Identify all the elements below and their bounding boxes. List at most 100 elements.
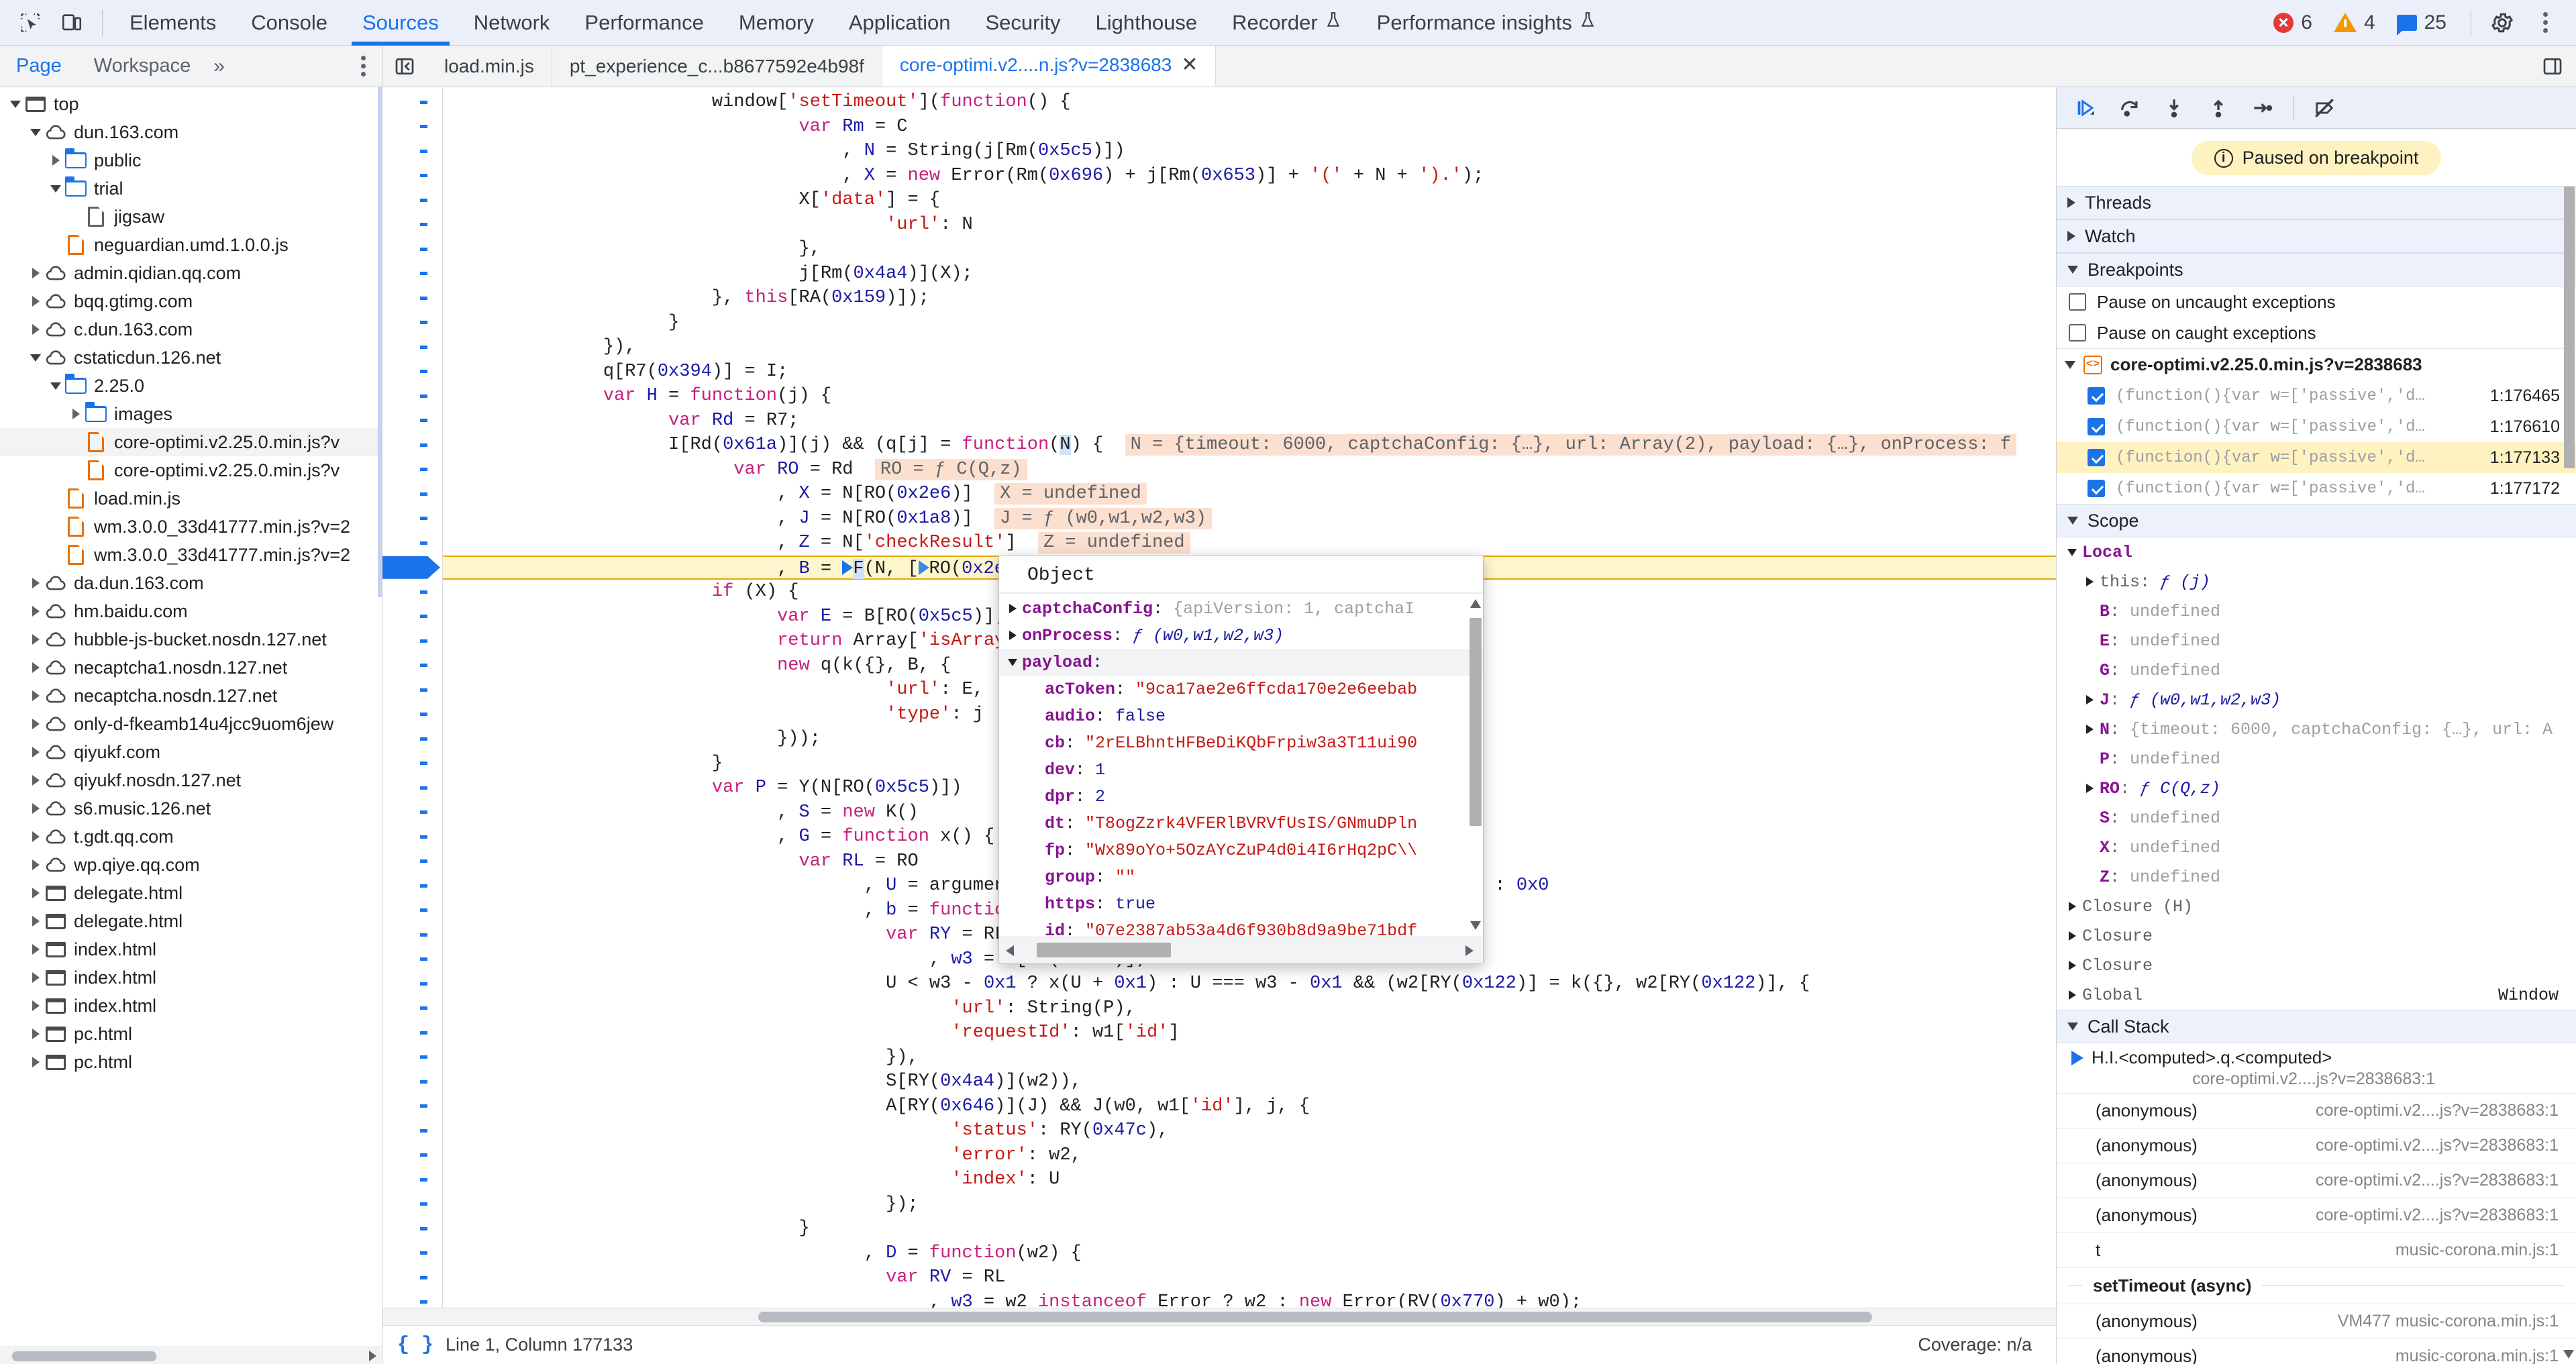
chevron-right-icon[interactable]: [27, 1000, 44, 1011]
tree-item[interactable]: delegate.html: [0, 879, 382, 907]
object-popup-vertical-scrollbar[interactable]: [1470, 598, 1482, 931]
object-property-row[interactable]: group: "": [999, 863, 1483, 890]
gutter-line[interactable]: [382, 1143, 442, 1168]
code-line[interactable]: X['data'] = {: [443, 188, 2056, 213]
gutter-line[interactable]: [382, 531, 442, 556]
editor-horizontal-scrollbar[interactable]: [382, 1308, 2056, 1325]
call-stack-frame[interactable]: H.I.<computed>.q.<computed> core-optimi.v…: [2057, 1043, 2576, 1094]
gutter-line[interactable]: [382, 311, 442, 335]
code-line[interactable]: , w3 = w2 instanceof Error ? w2 : new Er…: [443, 1290, 2056, 1308]
chevron-right-icon[interactable]: [27, 888, 44, 898]
gutter-line[interactable]: [382, 923, 442, 947]
tab-page[interactable]: Page: [0, 46, 78, 87]
tree-item[interactable]: delegate.html: [0, 907, 382, 935]
gutter-line[interactable]: [382, 384, 442, 409]
gutter-line[interactable]: [382, 90, 442, 115]
gutter-line[interactable]: [382, 874, 442, 898]
gutter-line[interactable]: [382, 1020, 442, 1045]
chevron-right-icon[interactable]: [27, 606, 44, 617]
gutter-line[interactable]: [382, 164, 442, 189]
section-watch[interactable]: Watch: [2057, 219, 2576, 253]
code-line[interactable]: , X = new Error(Rm(0x696) + j[Rm(0x653)]…: [443, 164, 2056, 189]
code-line[interactable]: j[Rm(0x4a4)](X);: [443, 262, 2056, 286]
tree-item[interactable]: 2.25.0: [0, 372, 382, 400]
panel-tab-performance-insights[interactable]: Performance insights: [1359, 0, 1614, 46]
section-threads[interactable]: Threads: [2057, 186, 2576, 219]
chevron-down-icon[interactable]: [1003, 658, 1022, 666]
scroll-down-icon[interactable]: [2563, 1350, 2574, 1359]
breakpoint-row[interactable]: (function(){var w=['passive','d… 1:177133: [2057, 442, 2576, 473]
section-call-stack[interactable]: Call Stack: [2057, 1010, 2576, 1043]
object-property-row[interactable]: cb: "2rELBhntHFBeDiKQbFrpiw3a3T11ui90: [999, 729, 1483, 756]
object-property-row[interactable]: id: "07e2387ab53a4d6f930b8d9a9be71bdf: [999, 917, 1483, 937]
tree-item[interactable]: trial: [0, 174, 382, 203]
gutter-line[interactable]: [382, 1241, 442, 1266]
scope-row[interactable]: G: undefined: [2057, 655, 2576, 685]
chevron-right-icon[interactable]: [27, 747, 44, 757]
tree-item[interactable]: s6.music.126.net: [0, 794, 382, 823]
gutter-line[interactable]: [382, 629, 442, 653]
gutter-line[interactable]: [382, 947, 442, 972]
breakpoint-checkbox[interactable]: [2088, 449, 2105, 466]
gutter-line[interactable]: [382, 972, 442, 996]
tree-item[interactable]: wp.qiye.qq.com: [0, 851, 382, 879]
checkbox[interactable]: [2069, 293, 2086, 311]
panel-tab-sources[interactable]: Sources: [345, 0, 456, 46]
chevron-right-icon[interactable]: [1003, 631, 1022, 640]
code-line[interactable]: , J = N[RO(0x1a8)] J = ƒ (w0,w1,w2,w3): [443, 507, 2056, 531]
object-property-row[interactable]: fp: "Wx89oYo+5OzAYcZuP4d0i4I6rHq2pC\\: [999, 837, 1483, 863]
code-line[interactable]: , X = N[RO(0x2e6)] X = undefined: [443, 482, 2056, 507]
step-icon[interactable]: [2243, 91, 2282, 125]
call-stack-frame[interactable]: (anonymous) VM477 music-corona.min.js:1: [2057, 1304, 2576, 1339]
object-property-row[interactable]: audio: false: [999, 702, 1483, 729]
navigator-more-options-icon[interactable]: [345, 56, 382, 76]
breakpoint-row[interactable]: (function(){var w=['passive','d… 1:176610: [2057, 411, 2576, 442]
gutter-line[interactable]: [382, 580, 442, 605]
navigator-scrollbar[interactable]: [372, 87, 382, 1364]
collapse-navigator-icon[interactable]: [382, 46, 427, 87]
tree-item[interactable]: admin.qidian.qq.com: [0, 259, 382, 287]
gear-icon[interactable]: [2481, 3, 2524, 42]
breakpoint-file-group[interactable]: <> core-optimi.v2.25.0.min.js?v=2838683: [2057, 348, 2576, 380]
code-line[interactable]: 'status': RY(0x47c),: [443, 1118, 2056, 1143]
scope-row[interactable]: X: undefined: [2057, 833, 2576, 862]
chevron-right-icon[interactable]: [27, 719, 44, 729]
scroll-left-icon[interactable]: [1006, 945, 1014, 956]
gutter-line[interactable]: [382, 335, 442, 360]
code-line[interactable]: window['setTimeout'](function() {: [443, 90, 2056, 115]
code-line[interactable]: S[RY(0x4a4)](w2)),: [443, 1069, 2056, 1094]
chevron-right-icon[interactable]: [27, 296, 44, 307]
tree-item[interactable]: c.dun.163.com: [0, 315, 382, 344]
device-toolbar-icon[interactable]: [51, 3, 93, 42]
more-tabs-icon[interactable]: »: [207, 55, 231, 78]
tab-workspace[interactable]: Workspace: [78, 46, 207, 87]
more-options-icon[interactable]: [2524, 3, 2567, 42]
tree-item[interactable]: index.html: [0, 935, 382, 963]
code-line[interactable]: U < w3 - 0x1 ? x(U + 0x1) : U === w3 - 0…: [443, 972, 2056, 996]
tree-item[interactable]: neguardian.umd.1.0.0.js: [0, 231, 382, 259]
gutter-line[interactable]: [382, 360, 442, 384]
gutter-line[interactable]: [382, 188, 442, 213]
step-out-icon[interactable]: [2199, 91, 2238, 125]
file-tab-pt-experience[interactable]: pt_experience_c...b8677592e4b98f: [552, 46, 882, 87]
scope-row[interactable]: RO: ƒ C(Q,z): [2057, 774, 2576, 803]
call-stack-frame[interactable]: (anonymous) core-optimi.v2....js?v=283868…: [2057, 1129, 2576, 1163]
pause-caught-exceptions-row[interactable]: Pause on caught exceptions: [2057, 317, 2576, 348]
chevron-right-icon[interactable]: [47, 155, 64, 166]
call-stack-frame[interactable]: t music-corona.min.js:1: [2057, 1233, 2576, 1268]
chevron-right-icon[interactable]: [27, 1057, 44, 1067]
chevron-right-icon[interactable]: [1003, 604, 1022, 613]
chevron-right-icon[interactable]: [27, 578, 44, 588]
call-stack-frame[interactable]: (anonymous) core-optimi.v2....js?v=283868…: [2057, 1094, 2576, 1129]
object-popup-horizontal-scrollbar[interactable]: [999, 937, 1483, 963]
scope-row[interactable]: this: ƒ (j): [2057, 567, 2576, 596]
tree-item[interactable]: bqq.gtimg.com: [0, 287, 382, 315]
tree-item[interactable]: images: [0, 400, 382, 428]
gutter-line[interactable]: [382, 653, 442, 678]
chevron-right-icon[interactable]: [27, 324, 44, 335]
navigator-horizontal-scrollbar[interactable]: [0, 1347, 382, 1364]
breakpoint-row[interactable]: (function(){var w=['passive','d… 1:177172: [2057, 473, 2576, 504]
scope-row[interactable]: S: undefined: [2057, 803, 2576, 833]
panel-tab-lighthouse[interactable]: Lighthouse: [1078, 0, 1215, 46]
scope-row[interactable]: E: undefined: [2057, 626, 2576, 655]
